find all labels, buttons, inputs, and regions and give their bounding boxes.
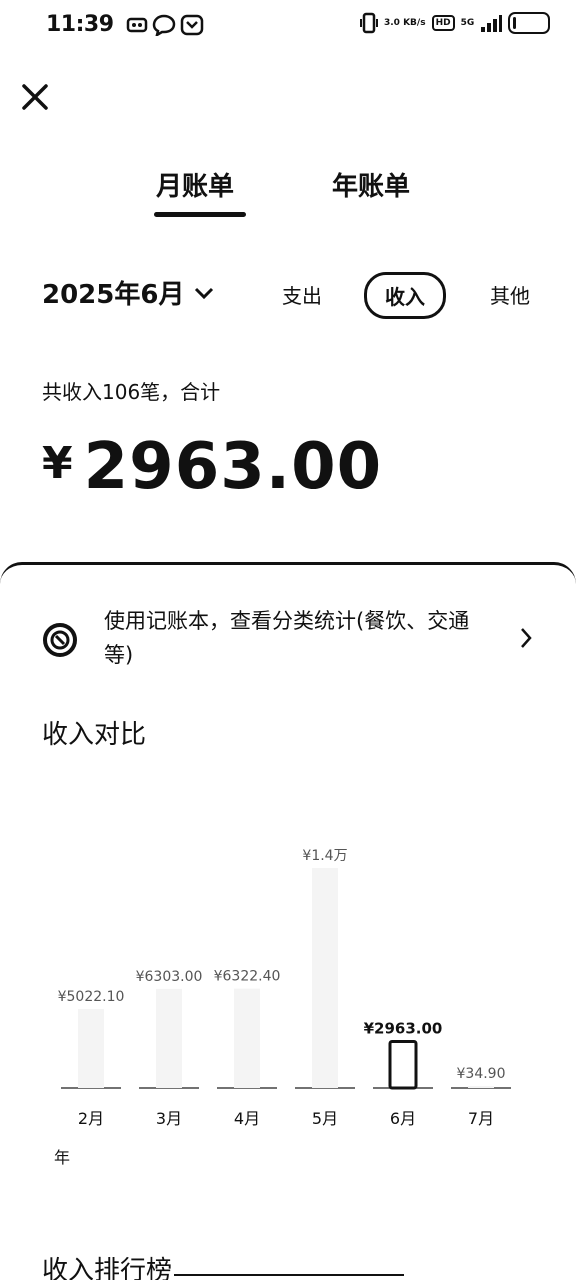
bill-tabs: 月账单 年账单 [0,166,576,226]
notification-icons [126,14,204,36]
x-tick-label: 4月 [234,1109,260,1128]
bar [78,1009,104,1088]
chevron-right-icon [521,628,532,648]
filter-expense[interactable]: 支出 [282,280,322,309]
period-selector[interactable]: 2025年6月 [42,274,214,311]
app-notification-icon [126,17,148,33]
status-bar: 11:39 3.0 KB/s HD 5G [0,0,576,56]
bar-value-label: ¥2963.00 [364,1019,443,1037]
mail-icon [180,14,204,36]
active-tab-indicator [154,212,246,217]
total-amount-value: 2963.00 [83,430,383,504]
filter-other[interactable]: 其他 [490,280,530,309]
x-tick-label: 7月 [468,1109,494,1128]
bar-value-label: ¥6322.40 [214,969,281,985]
close-button[interactable] [20,82,50,112]
battery-level [513,17,517,29]
bar [468,1086,494,1088]
x-tick-label: 3月 [156,1109,182,1128]
income-compare-chart: ¥5022.10 2月 ¥6303.00 3月 ¥6322.40 4月 ¥1.4万 5月 ¥29… [40,840,540,1170]
income-summary: 共收入106笔，合计 [42,380,221,404]
status-right: 3.0 KB/s HD 5G [360,12,551,34]
signal-icon [481,15,503,32]
income-ranking-title: 收入排行榜 [42,1256,173,1280]
signal-label: 5G [460,18,475,28]
tab-year-bill[interactable]: 年账单 [332,166,410,203]
message-icon [152,14,176,36]
bar-value-label: ¥5022.10 [58,989,125,1005]
ranking-divider [174,1274,404,1276]
bar-value-label: ¥1.4万 [302,848,347,864]
hd-badge: HD [431,15,455,31]
bar-chart: ¥5022.10 2月 ¥6303.00 3月 ¥6322.40 4月 ¥1.4万 5月 ¥29… [58,848,511,1128]
period-label: 2025年6月 [42,280,185,310]
year-label: 年 [54,1148,71,1167]
promo-text: 使用记账本，查看分类统计(餐饮、交通等) [104,609,470,667]
close-icon [22,84,48,110]
x-tick-label: 5月 [312,1109,338,1128]
network-speed: 3.0 KB/s [384,18,426,28]
bar [234,988,260,1088]
bar [312,868,338,1088]
bar-value-label: ¥34.90 [457,1066,506,1082]
bar [156,988,182,1088]
vibrate-icon [360,12,378,34]
bar [388,1039,418,1090]
tab-month-bill[interactable]: 月账单 [156,166,234,203]
chevron-down-icon [195,287,214,299]
battery-icon [508,12,551,34]
total-amount: ¥2963.00 [42,430,382,504]
income-compare-title: 收入对比 [42,720,147,750]
filter-income[interactable]: 收入 [364,272,446,319]
status-time: 11:39 [46,12,114,37]
ledger-promo[interactable]: 使用记账本，查看分类统计(餐饮、交通等) [42,604,542,676]
bar-value-label: ¥6303.00 [136,969,203,985]
currency-symbol: ¥ [42,438,74,489]
x-tick-label: 2月 [78,1109,104,1128]
ledger-icon [43,623,77,657]
x-tick-label: 6月 [390,1109,416,1128]
